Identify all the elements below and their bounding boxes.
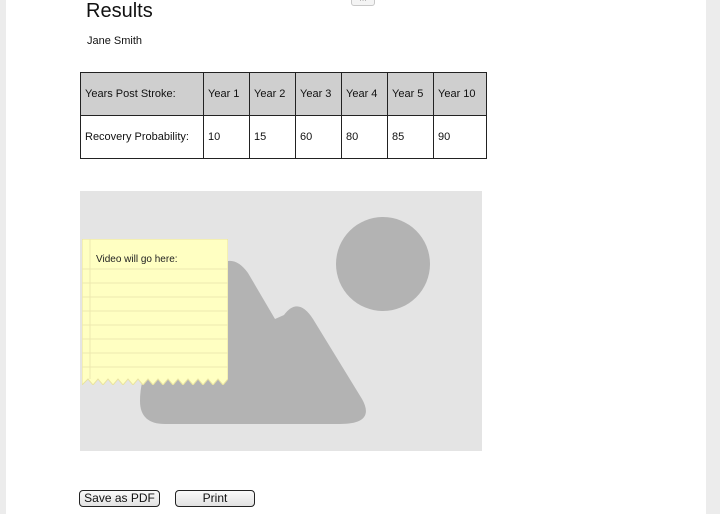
user-name: Jane Smith: [87, 35, 143, 47]
table-header-cell: Year 3: [295, 72, 342, 116]
table-header-cell: Years Post Stroke:: [80, 72, 204, 116]
table-header-cell: Year 1: [203, 72, 250, 116]
sun-icon: [336, 217, 430, 311]
table-header-row: Years Post Stroke: Year 1 Year 2 Year 3 …: [80, 72, 487, 116]
table-cell: 90: [433, 115, 487, 159]
table-header-cell: Year 5: [387, 72, 434, 116]
page-title: Results: [86, 0, 153, 22]
table-cell: 85: [387, 115, 434, 159]
note-label: Video will go here:: [96, 254, 178, 265]
recovery-table: Years Post Stroke: Year 1 Year 2 Year 3 …: [80, 72, 487, 159]
table-header-cell: Year 2: [249, 72, 296, 116]
table-header-cell: Year 4: [341, 72, 388, 116]
table-cell: 15: [249, 115, 296, 159]
table-cell: 60: [295, 115, 342, 159]
table-row: Recovery Probability: 10 15 60 80 85 90: [80, 115, 487, 159]
table-cell: 10: [203, 115, 250, 159]
table-cell: Recovery Probability:: [80, 115, 204, 159]
sticky-note: Video will go here:: [82, 239, 228, 385]
table-cell: 80: [341, 115, 388, 159]
more-handle-icon[interactable]: ···: [351, 0, 375, 6]
print-button[interactable]: Print: [175, 490, 255, 507]
table-header-cell: Year 10: [433, 72, 487, 116]
save-as-pdf-button[interactable]: Save as PDF: [79, 490, 160, 507]
